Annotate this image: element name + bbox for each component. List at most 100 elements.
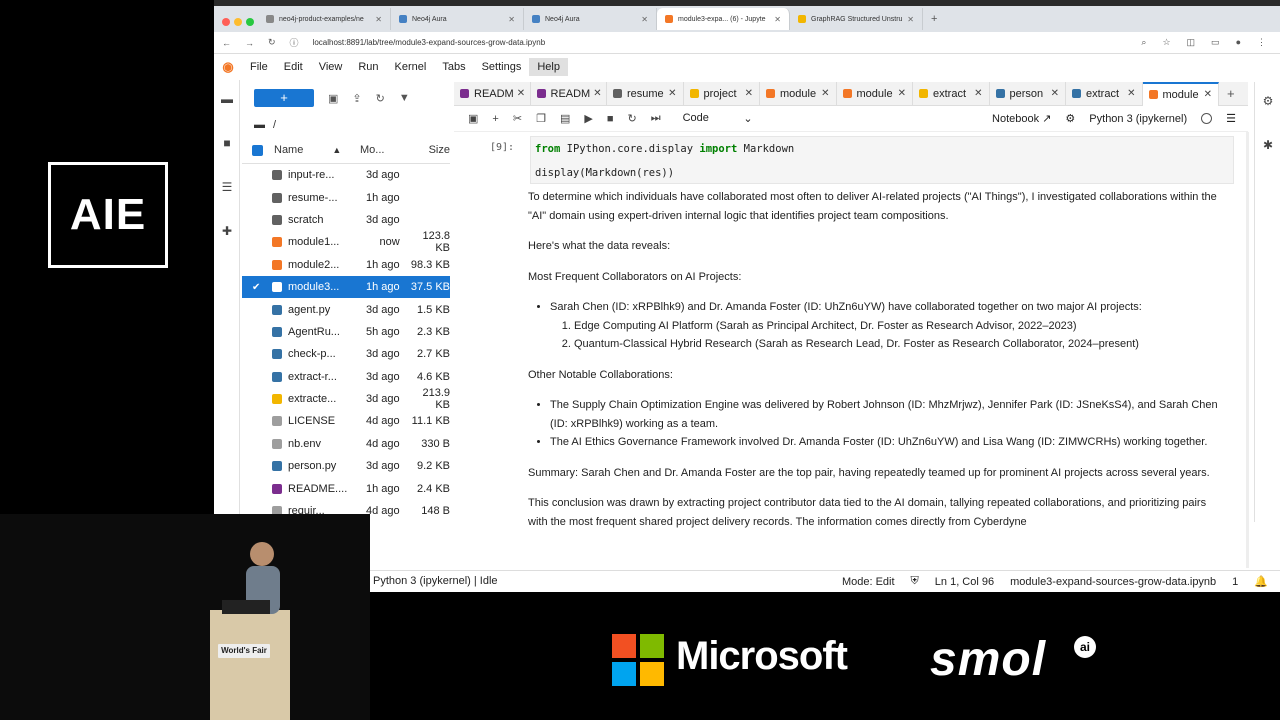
close-tab-icon[interactable]: ✕	[895, 88, 906, 99]
minimize-window-icon[interactable]	[234, 18, 242, 26]
menu-file[interactable]: File	[242, 58, 276, 76]
menu-run[interactable]: Run	[350, 58, 386, 76]
browser-tab[interactable]: Neo4j Aura ✕	[524, 8, 657, 30]
shield-icon[interactable]: ⛨	[911, 575, 919, 588]
browser-tab-active[interactable]: module3-expa... (6) - Jupyte ✕	[657, 8, 790, 30]
save-icon[interactable]: ▣	[468, 112, 478, 125]
notebook-tab[interactable]: extract ✕	[1066, 82, 1143, 106]
file-row[interactable]: person.py 3d ago 9.2 KB	[242, 455, 450, 477]
close-window-icon[interactable]	[222, 18, 230, 26]
bookmark-star-icon[interactable]: ☆	[1162, 37, 1170, 48]
run-icon[interactable]: ▶	[584, 112, 592, 125]
folder-icon[interactable]: ▬	[220, 92, 234, 106]
close-tab-icon[interactable]: ✕	[1048, 88, 1059, 99]
select-all-checkbox[interactable]	[252, 144, 263, 156]
breadcrumb-root[interactable]: /	[273, 119, 276, 131]
folder-icon[interactable]: ▬	[254, 119, 265, 131]
filter-icon[interactable]: ▼	[399, 92, 410, 104]
close-tab-icon[interactable]: ✕	[508, 15, 515, 24]
restart-icon[interactable]: ↻	[627, 112, 636, 125]
running-icon[interactable]: ■	[220, 136, 234, 150]
menu-kernel[interactable]: Kernel	[387, 58, 435, 76]
notebook-tab[interactable]: project ✕	[684, 82, 760, 106]
maximize-window-icon[interactable]	[246, 18, 254, 26]
profile-avatar[interactable]: ●	[1236, 37, 1241, 48]
refresh-icon[interactable]: ↻	[376, 92, 385, 105]
notebook-tab[interactable]: READM ✕	[531, 82, 607, 106]
notebook-tab[interactable]: person ✕	[990, 82, 1066, 106]
close-tab-icon[interactable]: ✕	[971, 88, 982, 99]
close-tab-icon[interactable]: ✕	[665, 88, 676, 99]
kernel-name[interactable]: Python 3 (ipykernel)	[1089, 113, 1187, 125]
file-row[interactable]: module1... now 123.8 KB	[242, 230, 450, 254]
paste-icon[interactable]: ▤	[560, 112, 570, 125]
browser-tab[interactable]: Neo4j Aura ✕	[391, 8, 524, 30]
notebook-label[interactable]: Notebook ↗	[992, 112, 1051, 125]
forward-icon[interactable]: →	[245, 38, 254, 48]
zoom-icon[interactable]: ⌕	[1141, 37, 1146, 48]
notebook-scrollbar[interactable]	[1246, 132, 1249, 568]
notebook-tab[interactable]: READM ✕	[454, 82, 531, 106]
sidebar-icon[interactable]: ▭	[1211, 37, 1220, 48]
file-row[interactable]: ✔ module3... 1h ago 37.5 KB	[242, 275, 450, 299]
file-row[interactable]: agent.py 3d ago 1.5 KB	[242, 298, 450, 320]
close-tab-icon[interactable]: ✕	[375, 15, 382, 24]
file-row[interactable]: README.... 1h ago 2.4 KB	[242, 477, 450, 499]
back-icon[interactable]: ←	[222, 38, 231, 48]
new-launcher-button[interactable]: +	[254, 89, 314, 107]
toc-icon[interactable]: ☰	[220, 180, 234, 194]
name-column-header[interactable]: Name ▲	[242, 144, 360, 156]
file-row[interactable]: LICENSE 4d ago 11.1 KB	[242, 410, 450, 432]
run-all-icon[interactable]: ⏭	[651, 112, 661, 125]
notebook-tab[interactable]: module ✕	[760, 82, 837, 106]
site-info-icon[interactable]: ⓘ	[290, 36, 299, 49]
property-inspector-gear-icon[interactable]: ⚙	[1261, 94, 1275, 108]
stop-icon[interactable]: ■	[607, 113, 614, 125]
url-field[interactable]: localhost:8891/lab/tree/module3-expand-s…	[313, 38, 546, 47]
notebook-tab[interactable]: module ✕	[837, 82, 913, 106]
file-row[interactable]: nb.env 4d ago 330 B	[242, 433, 450, 455]
file-row[interactable]: scratch 3d ago	[242, 209, 450, 231]
notebook-tab[interactable]: resume ✕	[607, 82, 684, 106]
size-column-header[interactable]: Size	[412, 144, 450, 156]
extensions-icon[interactable]: ◫	[1187, 37, 1196, 48]
close-tab-icon[interactable]: ✕	[774, 15, 781, 24]
new-tab-button[interactable]: +	[1227, 86, 1235, 101]
notebook-content[interactable]: [9]: from IPython.core.display import Ma…	[454, 132, 1248, 568]
close-tab-icon[interactable]: ✕	[514, 88, 525, 99]
browser-menu-icon[interactable]: ⋮	[1257, 37, 1266, 48]
file-row[interactable]: module2... 1h ago 98.3 KB	[242, 254, 450, 276]
menu-view[interactable]: View	[311, 58, 351, 76]
notebook-tab-active[interactable]: module ✕	[1142, 82, 1219, 106]
property-inspector-icon[interactable]: ☰	[1226, 112, 1236, 125]
close-tab-icon[interactable]: ✕	[1124, 88, 1135, 99]
menu-settings[interactable]: Settings	[474, 58, 530, 76]
debugger-icon[interactable]: ✱	[1261, 138, 1275, 152]
kernel-status[interactable]: Python 3 (ipykernel) | Idle	[373, 575, 498, 587]
close-tab-icon[interactable]: ✕	[818, 88, 829, 99]
cut-icon[interactable]: ✂	[513, 112, 522, 125]
extension-puzzle-icon[interactable]: ✚	[220, 224, 234, 238]
close-tab-icon[interactable]: ✕	[742, 88, 753, 99]
file-row[interactable]: check-p... 3d ago 2.7 KB	[242, 343, 450, 365]
file-row[interactable]: resume-... 1h ago	[242, 186, 450, 208]
debug-gear-icon[interactable]: ⚙	[1065, 112, 1075, 125]
checkmark-icon[interactable]: ✔	[252, 282, 260, 293]
upload-icon[interactable]: ⇪	[352, 92, 361, 105]
close-tab-icon[interactable]: ✕	[641, 15, 648, 24]
file-row[interactable]: input-re... 3d ago	[242, 164, 450, 186]
close-tab-icon[interactable]: ✕	[1201, 89, 1212, 100]
file-row[interactable]: extracte... 3d ago 213.9 KB	[242, 387, 450, 411]
modified-column-header[interactable]: Mo...	[360, 144, 412, 156]
bell-icon[interactable]: 🔔	[1254, 575, 1268, 588]
close-tab-icon[interactable]: ✕	[590, 88, 601, 99]
menu-tabs[interactable]: Tabs	[434, 58, 473, 76]
insert-cell-icon[interactable]: +	[492, 113, 498, 125]
menu-edit[interactable]: Edit	[276, 58, 311, 76]
file-row[interactable]: AgentRu... 5h ago 2.3 KB	[242, 321, 450, 343]
file-row[interactable]: extract-r... 3d ago 4.6 KB	[242, 366, 450, 388]
cursor-position[interactable]: Ln 1, Col 96	[935, 576, 994, 588]
new-folder-icon[interactable]: ▣	[328, 92, 338, 105]
browser-tab[interactable]: GraphRAG Structured Unstru ✕	[790, 8, 923, 30]
reload-icon[interactable]: ↻	[268, 37, 276, 48]
